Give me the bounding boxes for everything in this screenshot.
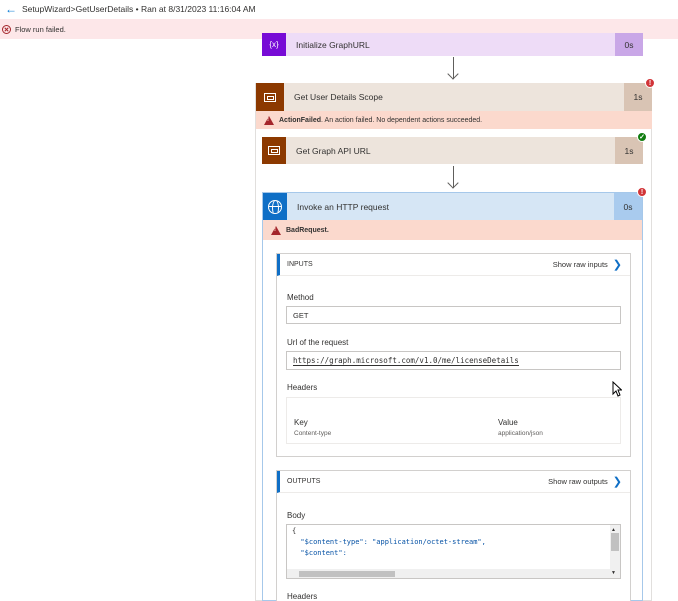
method-label: Method: [287, 293, 314, 302]
http-warning-text: .: [326, 226, 329, 234]
headers-key-column: Key: [294, 418, 308, 427]
scope-warning-text: . An action failed. No dependent actions…: [321, 116, 483, 124]
http-warning-code: BadRequest: [286, 226, 327, 234]
step-title: Get Graph API URL: [296, 145, 371, 156]
vertical-scroll-thumb[interactable]: [611, 533, 619, 551]
top-bar: ← SetupWizard>GetUserDetails • Ran at 8/…: [0, 0, 678, 18]
variable-icon: {x}: [262, 33, 286, 56]
back-arrow-icon[interactable]: ←: [3, 1, 19, 17]
url-field: https://graph.microsoft.com/v1.0/me/lice…: [286, 351, 621, 370]
mouse-cursor-icon: [612, 381, 622, 397]
headers-value-column: Value: [498, 418, 518, 427]
show-raw-inputs-link[interactable]: Show raw inputs ❯: [553, 258, 630, 271]
body-label: Body: [287, 511, 306, 520]
horizontal-scroll-thumb[interactable]: [299, 571, 395, 577]
breadcrumb: SetupWizard>GetUserDetails • Ran at 8/31…: [22, 4, 256, 14]
outputs-heading: OUTPUTS: [287, 478, 321, 485]
step-duration: 0s: [615, 33, 643, 56]
http-title: Invoke an HTTP request: [297, 201, 389, 212]
body-line: "$content-type": "application/octet-stre…: [292, 538, 486, 546]
inputs-header: INPUTS Show raw inputs ❯: [277, 254, 630, 276]
header-key-cell: Content-type: [294, 430, 332, 437]
scope-icon: [262, 137, 286, 164]
globe-icon: [263, 193, 287, 220]
step-initialize-graphurl[interactable]: {x} Initialize GraphURL 0s: [262, 33, 643, 56]
chevron-right-icon: ❯: [612, 476, 622, 488]
body-line: {: [292, 527, 297, 535]
http-header[interactable]: Invoke an HTTP request 0s: [263, 193, 642, 220]
flow-arrow: [447, 57, 460, 82]
chevron-right-icon: ❯: [612, 259, 622, 271]
horizontal-scrollbar[interactable]: [287, 569, 612, 578]
headers-label: Headers: [287, 383, 318, 392]
scope-warning: ActionFailed . An action failed. No depe…: [256, 111, 652, 129]
warning-triangle-icon: [271, 225, 281, 235]
outputs-header: OUTPUTS Show raw outputs ❯: [277, 471, 630, 493]
warning-triangle-icon: [264, 115, 274, 125]
flow-arrow: [447, 166, 460, 191]
show-raw-inputs-label: Show raw inputs: [552, 260, 608, 269]
headers-table: Key Value Content-type application/json: [286, 397, 621, 444]
url-value: https://graph.microsoft.com/v1.0/me/lice…: [293, 355, 519, 366]
http-warning: BadRequest .: [263, 220, 642, 240]
error-circle-icon: [2, 24, 11, 34]
body-line: "$content":: [292, 549, 347, 557]
scope-icon: [256, 83, 284, 111]
header-value-cell: application/json: [498, 430, 543, 437]
step-get-graph-api-url[interactable]: Get Graph API URL 1s: [262, 137, 643, 164]
url-label: Url of the request: [287, 338, 349, 347]
output-headers-label: Headers: [287, 592, 318, 601]
http-duration: 0s: [614, 193, 642, 220]
show-raw-outputs-link[interactable]: Show raw outputs ❯: [548, 475, 630, 488]
error-badge-icon: !: [637, 187, 647, 197]
scope-header[interactable]: Get User Details Scope 1s: [256, 83, 652, 111]
scope-warning-code: ActionFailed: [279, 116, 322, 124]
inputs-heading: INPUTS: [287, 261, 313, 268]
success-check-icon: ✓: [637, 132, 647, 142]
step-title: Initialize GraphURL: [296, 39, 370, 50]
show-raw-outputs-label: Show raw outputs: [548, 477, 608, 486]
flow-error-message: Flow run failed.: [15, 24, 66, 34]
scope-title: Get User Details Scope: [294, 92, 383, 102]
method-value: GET: [293, 310, 309, 320]
body-code-box[interactable]: { "$content-type": "application/octet-st…: [286, 524, 621, 579]
error-badge-icon: !: [645, 78, 655, 88]
method-field: GET: [286, 306, 621, 324]
